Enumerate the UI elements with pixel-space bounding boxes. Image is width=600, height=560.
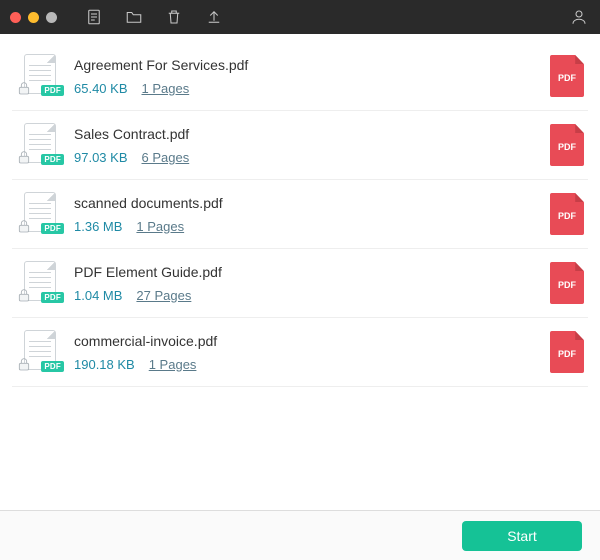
output-format-icon[interactable]: PDF (550, 262, 584, 304)
file-meta: scanned documents.pdf 1.36 MB 1 Pages (74, 195, 536, 234)
document-icon[interactable] (83, 6, 105, 28)
start-button[interactable]: Start (462, 521, 582, 551)
file-pages-link[interactable]: 1 Pages (136, 219, 184, 234)
file-meta: Agreement For Services.pdf 65.40 KB 1 Pa… (74, 57, 536, 96)
file-list: PDF Agreement For Services.pdf 65.40 KB … (0, 34, 600, 510)
pdf-file-icon: PDF (16, 123, 60, 167)
user-icon[interactable] (568, 6, 590, 28)
pdf-file-icon: PDF (16, 261, 60, 305)
file-name: scanned documents.pdf (74, 195, 536, 211)
pdf-badge: PDF (41, 85, 64, 96)
minimize-window-button[interactable] (28, 12, 39, 23)
file-meta: commercial-invoice.pdf 190.18 KB 1 Pages (74, 333, 536, 372)
pdf-badge: PDF (41, 361, 64, 372)
folder-icon[interactable] (123, 6, 145, 28)
close-window-button[interactable] (10, 12, 21, 23)
pdf-badge: PDF (41, 292, 64, 303)
output-format-label: PDF (558, 73, 576, 83)
trash-icon[interactable] (163, 6, 185, 28)
pdf-file-icon: PDF (16, 192, 60, 236)
output-format-label: PDF (558, 349, 576, 359)
titlebar (0, 0, 600, 34)
file-name: Sales Contract.pdf (74, 126, 536, 142)
window-controls (10, 12, 57, 23)
file-name: commercial-invoice.pdf (74, 333, 536, 349)
output-format-label: PDF (558, 211, 576, 221)
lock-icon (16, 80, 32, 94)
pdf-badge: PDF (41, 223, 64, 234)
output-format-label: PDF (558, 142, 576, 152)
output-format-label: PDF (558, 280, 576, 290)
file-row[interactable]: PDF Agreement For Services.pdf 65.40 KB … (12, 42, 588, 111)
file-size: 1.36 MB (74, 219, 122, 234)
lock-icon (16, 287, 32, 301)
file-name: Agreement For Services.pdf (74, 57, 536, 73)
pdf-badge: PDF (41, 154, 64, 165)
file-pages-link[interactable]: 1 Pages (142, 81, 190, 96)
maximize-window-button[interactable] (46, 12, 57, 23)
file-size: 190.18 KB (74, 357, 135, 372)
file-name: PDF Element Guide.pdf (74, 264, 536, 280)
output-format-icon[interactable]: PDF (550, 331, 584, 373)
file-row[interactable]: PDF PDF Element Guide.pdf 1.04 MB 27 Pag… (12, 249, 588, 318)
file-pages-link[interactable]: 27 Pages (136, 288, 191, 303)
output-format-icon[interactable]: PDF (550, 55, 584, 97)
output-format-icon[interactable]: PDF (550, 124, 584, 166)
lock-icon (16, 218, 32, 232)
file-pages-link[interactable]: 6 Pages (142, 150, 190, 165)
upload-icon[interactable] (203, 6, 225, 28)
file-row[interactable]: PDF commercial-invoice.pdf 190.18 KB 1 P… (12, 318, 588, 387)
footer: Start (0, 510, 600, 560)
file-pages-link[interactable]: 1 Pages (149, 357, 197, 372)
pdf-file-icon: PDF (16, 54, 60, 98)
file-size: 97.03 KB (74, 150, 128, 165)
file-size: 65.40 KB (74, 81, 128, 96)
file-row[interactable]: PDF scanned documents.pdf 1.36 MB 1 Page… (12, 180, 588, 249)
file-meta: Sales Contract.pdf 97.03 KB 6 Pages (74, 126, 536, 165)
lock-icon (16, 356, 32, 370)
file-size: 1.04 MB (74, 288, 122, 303)
pdf-file-icon: PDF (16, 330, 60, 374)
file-meta: PDF Element Guide.pdf 1.04 MB 27 Pages (74, 264, 536, 303)
lock-icon (16, 149, 32, 163)
file-row[interactable]: PDF Sales Contract.pdf 97.03 KB 6 Pages … (12, 111, 588, 180)
output-format-icon[interactable]: PDF (550, 193, 584, 235)
